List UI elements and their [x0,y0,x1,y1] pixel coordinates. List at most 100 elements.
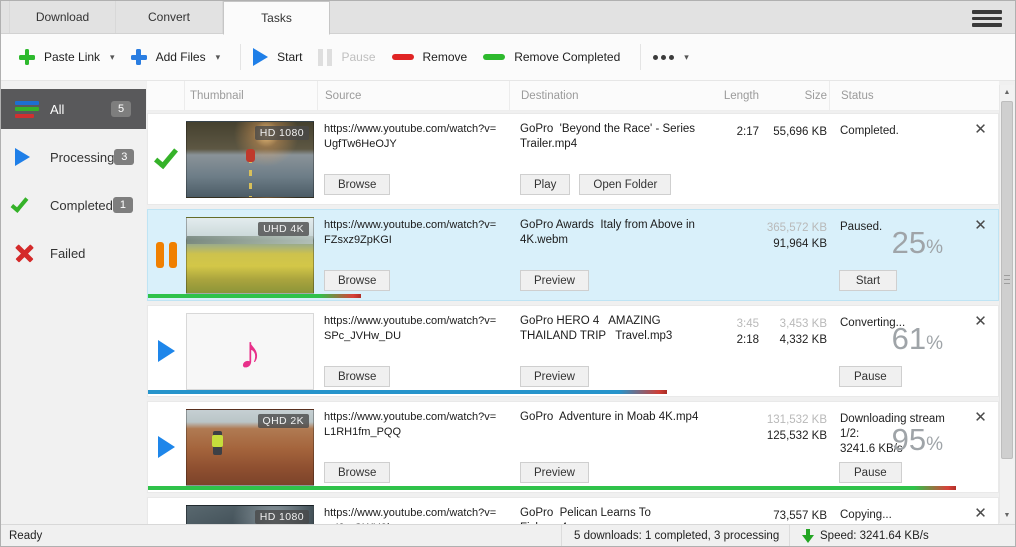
sidebar-item-failed[interactable]: Failed [1,233,146,273]
sidebar-item-all[interactable]: All 5 [1,89,146,129]
pause-button[interactable]: Pause [318,49,375,66]
chevron-down-icon[interactable]: ▾ [216,52,221,63]
tab-convert[interactable]: Convert [116,1,223,33]
status-text: Copying... [840,508,961,523]
header-state-column [147,81,184,110]
task-list: HD 1080 https://www.youtube.com/watch?v=… [147,111,999,524]
resolution-badge: HD 1080 [255,510,309,524]
scroll-up-button[interactable]: ▲ [1000,85,1014,100]
close-icon[interactable]: ✕ [974,506,987,524]
destination-filename: GoPro HERO 4 AMAZING THAILAND TRIP Trave… [520,314,701,344]
destination-filename: GoPro Pelican Learns To Fish.mp4 [520,506,701,524]
source-url: https://www.youtube.com/watch?v=UgfTw6He… [324,122,503,152]
sidebar-item-label: Failed [50,246,85,261]
preview-button[interactable]: Preview [520,270,589,291]
progress-percent: 61% [892,331,943,351]
paste-link-button[interactable]: Paste Link ▾ [19,49,115,65]
sidebar: All 5 Processing 3 Completed 1 Failed [1,81,146,524]
size-total: 131,532 KB [759,412,827,428]
progress-percent: 95% [892,432,943,452]
browse-button[interactable]: Browse [324,462,390,483]
count-badge: 1 [113,197,133,213]
play-icon [253,48,268,66]
header-status[interactable]: Status [829,81,963,110]
browse-button[interactable]: Browse [324,270,390,291]
tab-download[interactable]: Download [9,1,116,33]
size-value: 125,532 KB [759,428,827,444]
size-total: 365,572 KB [759,220,827,236]
sidebar-item-completed[interactable]: Completed 1 [1,185,146,225]
download-arrow-icon [802,529,814,543]
music-note-icon: ♪ [239,329,262,375]
resolution-badge: HD 1080 [255,126,309,140]
plus-icon [131,49,147,65]
size-value: 91,964 KB [759,236,827,252]
status-text: Completed. [840,124,961,139]
video-thumbnail: HD 1080 [186,505,314,524]
size-value: 55,696 KB [759,124,827,140]
audio-thumbnail: ♪ [186,313,314,390]
scroll-down-button[interactable]: ▼ [1000,508,1014,523]
close-icon[interactable]: ✕ [974,410,987,492]
play-button[interactable]: Play [520,174,570,195]
vertical-scrollbar[interactable]: ▲ ▼ [999,85,1014,523]
task-row-completed[interactable]: HD 1080 https://www.youtube.com/watch?v=… [147,113,999,205]
video-thumbnail: UHD 4K [186,217,314,294]
browse-button[interactable]: Browse [324,174,390,195]
count-badge: 5 [111,101,131,117]
destination-filename: GoPro Awards Italy from Above in 4K.webm [520,218,701,248]
open-folder-button[interactable]: Open Folder [579,174,671,195]
preview-button[interactable]: Preview [520,366,589,387]
browse-button[interactable]: Browse [324,366,390,387]
header-destination[interactable]: Destination [509,81,705,110]
pause-task-button[interactable]: Pause [839,462,902,483]
failed-x-icon [15,244,42,263]
chevron-down-icon[interactable]: ▾ [110,52,115,63]
pause-label: Pause [341,50,375,64]
more-options-button[interactable]: ▾ [653,52,689,63]
header-size[interactable]: Size [759,81,829,110]
header-thumbnail[interactable]: Thumbnail [184,81,317,110]
start-button[interactable]: Start [253,48,302,66]
task-row-paused[interactable]: UHD 4K https://www.youtube.com/watch?v=F… [147,209,999,301]
close-icon[interactable]: ✕ [974,314,987,396]
sidebar-item-processing[interactable]: Processing 3 [1,137,146,177]
task-row-copying[interactable]: HD 1080 https://www.youtube.com/watch?v=… [147,497,999,524]
sidebar-item-label: Completed [50,198,113,213]
header-length[interactable]: Length [705,81,759,110]
pause-task-button[interactable]: Pause [839,366,902,387]
remove-completed-label: Remove Completed [514,50,620,64]
progress-bar [148,390,667,394]
add-files-button[interactable]: Add Files ▾ [131,49,221,65]
add-files-label: Add Files [156,50,206,64]
status-bar: Ready 5 downloads: 1 completed, 3 proces… [1,524,1015,546]
task-row-converting[interactable]: ♪ https://www.youtube.com/watch?v=SPc_JV… [147,305,999,397]
source-url: https://www.youtube.com/watch?v=pyI9mOWU… [324,506,503,524]
progress-percent: 25% [892,235,943,255]
close-icon[interactable]: ✕ [974,122,987,204]
header-close-column [963,81,999,110]
remove-icon [392,54,414,60]
task-row-downloading[interactable]: QHD 2K https://www.youtube.com/watch?v=L… [147,401,999,493]
header-source[interactable]: Source [317,81,509,110]
source-url: https://www.youtube.com/watch?v=SPc_JVHw… [324,314,503,344]
toolbar-separator [640,44,641,70]
start-task-button[interactable]: Start [839,270,897,291]
preview-button[interactable]: Preview [520,462,589,483]
tab-tasks[interactable]: Tasks [223,1,330,35]
paste-link-label: Paste Link [44,50,100,64]
close-icon[interactable]: ✕ [974,218,987,300]
remove-button[interactable]: Remove [392,50,468,64]
length-value: 2:17 [705,124,759,140]
size-original: 3,453 KB [759,316,827,332]
source-url: https://www.youtube.com/watch?v=FZsxz9Zp… [324,218,503,248]
sidebar-item-label: All [50,102,64,117]
count-badge: 3 [114,149,134,165]
sidebar-item-label: Processing [50,150,114,165]
scrollbar-thumb[interactable] [1001,101,1013,459]
table-header: Thumbnail Source Destination Length Size… [147,81,999,111]
hamburger-menu-icon[interactable] [972,10,1002,27]
video-thumbnail: HD 1080 [186,121,314,198]
more-options-icon [653,55,674,60]
remove-completed-button[interactable]: Remove Completed [483,50,620,64]
